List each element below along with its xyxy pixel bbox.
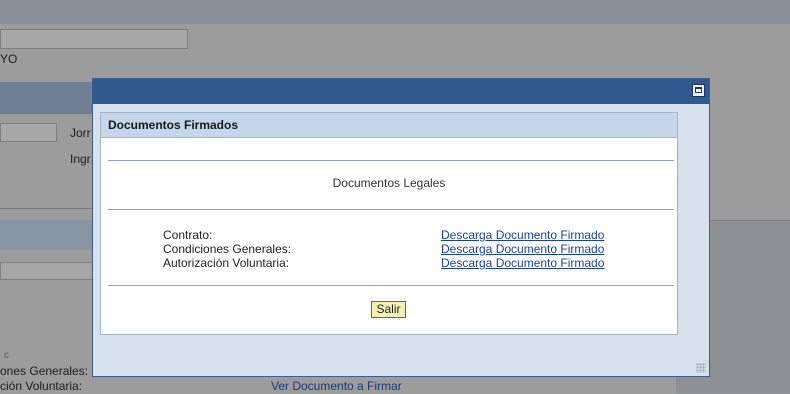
divider-bottom [108, 285, 674, 286]
background-small-mark: c [4, 350, 9, 361]
document-label: Condiciones Generales: [163, 242, 292, 256]
panel-title: Documentos Firmados [101, 113, 677, 138]
resize-grip-icon[interactable] [696, 363, 706, 373]
background-condiciones-label: ones Generales: [0, 364, 89, 378]
maximize-icon[interactable] [692, 84, 705, 97]
documents-list: Contrato: Descarga Documento Firmado Con… [163, 228, 623, 270]
dialog-title-bar[interactable] [93, 79, 709, 104]
background-jornada-label: Jorr [70, 126, 91, 140]
background-autorizacion-label: ción Voluntaria: [0, 379, 83, 393]
document-row-autorizacion: Autorización Voluntaria: Descarga Docume… [163, 256, 623, 270]
signed-documents-dialog: Documentos Firmados Documentos Legales C… [92, 78, 710, 377]
background-section-band [0, 82, 92, 114]
background-top-bar [0, 0, 790, 24]
documents-panel: Documentos Firmados Documentos Legales C… [100, 112, 678, 335]
background-field-3 [0, 262, 94, 280]
download-contrato-link[interactable]: Descarga Documento Firmado [441, 228, 604, 242]
download-condiciones-link[interactable]: Descarga Documento Firmado [441, 242, 604, 256]
exit-button[interactable]: Salir [371, 301, 406, 318]
divider-top [108, 160, 674, 161]
background-small-field [0, 123, 57, 142]
document-label: Contrato: [163, 228, 213, 242]
background-name-text: YO [0, 52, 18, 66]
background-ver-documento-link: Ver Documento a Firmar [271, 379, 402, 393]
background-section-band-2 [0, 220, 92, 250]
document-row-contrato: Contrato: Descarga Documento Firmado [163, 228, 623, 242]
background-divider [0, 208, 92, 209]
background-ingreso-label: Ingr [70, 152, 91, 166]
background-input-field [0, 29, 188, 49]
document-row-condiciones: Condiciones Generales: Descarga Document… [163, 242, 623, 256]
download-autorizacion-link[interactable]: Descarga Documento Firmado [441, 256, 604, 270]
divider-middle [108, 209, 674, 210]
document-label: Autorización Voluntaria: [163, 256, 290, 270]
section-title: Documentos Legales [332, 176, 446, 190]
